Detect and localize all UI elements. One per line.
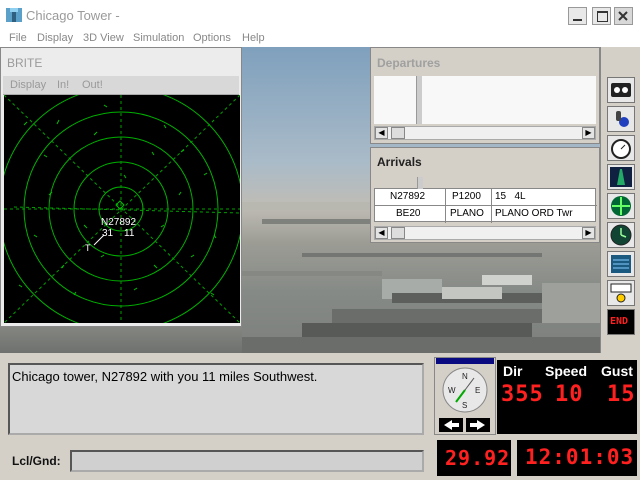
scroll-right-icon[interactable]: ▶ <box>582 127 595 139</box>
map-icon[interactable] <box>607 280 635 306</box>
clock-value: 12:01:03 <box>525 445 635 469</box>
wind-speed-value: 10 <box>555 382 584 407</box>
arrival-type: PLANO <box>450 208 484 219</box>
right-toolbar: END <box>600 47 640 353</box>
end-label: END <box>610 316 629 327</box>
wind-gust-value: 15 <box>607 382 636 407</box>
menu-bar: File Display 3D View Simulation Options … <box>0 31 640 48</box>
minimize-button[interactable] <box>568 7 587 25</box>
arrival-callsign: N27892 <box>390 191 426 202</box>
departures-panel: Departures ◀ ▶ <box>370 47 600 144</box>
arrivals-table[interactable]: N27892 P1200 15 4L BE20 PLANO PLANO ORD … <box>374 177 597 223</box>
menu-help[interactable]: Help <box>242 32 265 44</box>
maximize-button[interactable] <box>592 7 611 25</box>
clock-display: 12:01:03 <box>517 440 637 476</box>
compass-rose-icon[interactable] <box>607 193 635 219</box>
menu-file[interactable]: File <box>9 32 27 44</box>
screen-icon[interactable] <box>607 251 635 277</box>
radar-target-callsign[interactable]: N27892 <box>101 217 136 228</box>
compass-north: N <box>462 372 468 381</box>
clock-icon[interactable] <box>607 222 635 248</box>
window-title: Chicago Tower - <box>26 8 120 23</box>
rotate-left-button[interactable] <box>439 418 463 432</box>
arrival-callsign: BE20 <box>396 208 421 219</box>
cassette-icon[interactable] <box>607 77 635 103</box>
brite-title: BRITE <box>7 56 43 70</box>
menu-options[interactable]: Options <box>193 32 231 44</box>
compass-west: W <box>448 386 456 395</box>
radar-target-altitude: 31 <box>102 228 114 239</box>
radar-scope[interactable]: N27892 31 11 T <box>4 95 240 323</box>
wind-dir-label: Dir <box>503 363 523 379</box>
menu-3d-view[interactable]: 3D View <box>83 32 124 44</box>
altimeter-display: 29.92 <box>437 440 511 476</box>
brite-menu-display[interactable]: Display <box>10 79 46 91</box>
arrivals-title: Arrivals <box>377 155 422 169</box>
arrivals-panel: Arrivals N27892 P1200 15 4L BE20 PLANO P… <box>370 147 600 243</box>
message-text: Chicago tower, N27892 with you 11 miles … <box>12 369 318 384</box>
end-button[interactable]: END <box>607 309 635 335</box>
menu-simulation[interactable]: Simulation <box>133 32 184 44</box>
arrival-type: P1200 <box>452 191 481 202</box>
compass-widget: N E S W <box>434 357 496 435</box>
scroll-right-icon[interactable]: ▶ <box>582 227 595 239</box>
command-input[interactable] <box>70 450 424 472</box>
menu-display[interactable]: Display <box>37 32 73 44</box>
scroll-left-icon[interactable]: ◀ <box>375 127 388 139</box>
stopwatch-icon[interactable] <box>607 135 635 161</box>
microphone-icon[interactable] <box>607 106 635 132</box>
title-bar: Chicago Tower - <box>0 0 640 31</box>
wind-display: Dir Speed Gust 355 10 15 <box>497 360 637 434</box>
close-button[interactable] <box>614 7 633 25</box>
altimeter-value: 29.92 <box>445 446 511 470</box>
arrivals-scrollbar[interactable]: ◀ ▶ <box>374 226 596 240</box>
wind-speed-label: Speed <box>545 363 588 379</box>
compass-south: S <box>462 401 467 410</box>
wind-dir-value: 355 <box>501 382 544 407</box>
scroll-thumb[interactable] <box>391 227 405 239</box>
departures-scrollbar[interactable]: ◀ ▶ <box>374 126 596 140</box>
brite-menu-bar: Display In! Out! <box>3 76 239 95</box>
svg-text:T: T <box>85 243 91 253</box>
scroll-thumb[interactable] <box>391 127 405 139</box>
brite-zoom-in-button[interactable]: In! <box>57 79 69 91</box>
departures-title: Departures <box>377 56 441 70</box>
brite-zoom-out-button[interactable]: Out! <box>82 79 103 91</box>
tower-app-icon <box>5 6 23 24</box>
runway-icon[interactable] <box>607 164 635 190</box>
arrival-info: PLANO ORD Twr <box>495 208 573 219</box>
compass-east: E <box>475 386 480 395</box>
input-label: Lcl/Gnd: <box>12 454 61 468</box>
wind-gust-label: Gust <box>601 363 633 379</box>
departures-list[interactable] <box>374 76 596 124</box>
rotate-right-button[interactable] <box>466 418 490 432</box>
arrival-info: 15 4L <box>495 191 526 202</box>
scroll-left-icon[interactable]: ◀ <box>375 227 388 239</box>
radar-target-speed: 11 <box>124 228 135 239</box>
